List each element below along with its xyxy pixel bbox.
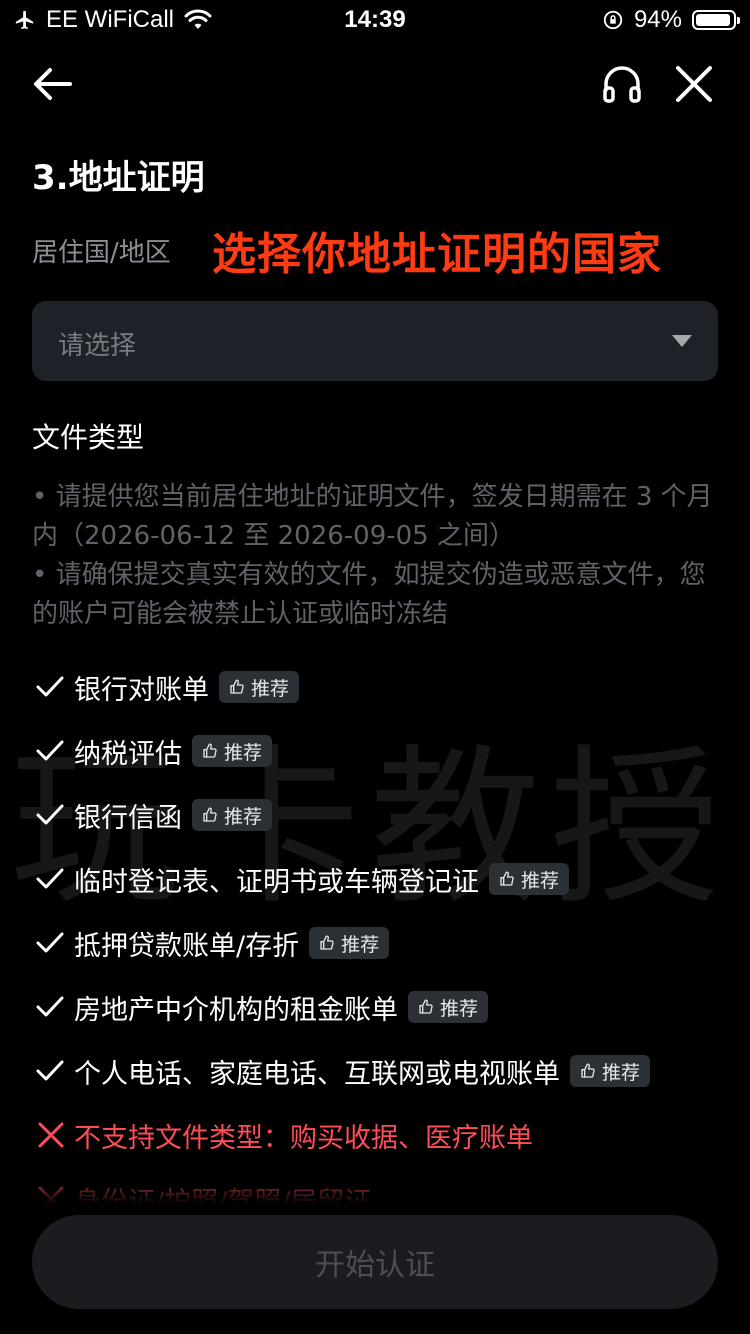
back-arrow-icon[interactable]	[30, 64, 74, 104]
check-icon	[36, 868, 64, 889]
thumbs-up-icon	[203, 807, 217, 822]
badge-label: 推荐	[440, 997, 479, 1020]
nav-header	[0, 52, 750, 116]
doc-type-list: 银行对账单 推荐 纳税评估 推荐 银行信函 推荐 临时登记表、证明书或车辆登记证 推荐 抵押贷款…	[32, 655, 732, 1231]
cross-icon	[38, 1122, 64, 1148]
doc-type-label: 个人电话、家庭电话、互联网或电视账单	[74, 1058, 560, 1090]
recommended-badge: 推荐	[570, 1055, 651, 1087]
country-select[interactable]: 请选择	[32, 301, 718, 381]
recommended-badge: 推荐	[489, 863, 570, 895]
accepted-doc-item: 个人电话、家庭电话、互联网或电视账单 推荐	[32, 1039, 732, 1103]
doc-type-label: 纳税评估	[74, 738, 182, 770]
battery-icon	[692, 10, 740, 30]
accepted-doc-item: 纳税评估 推荐	[32, 719, 732, 783]
scroll-fade	[0, 1168, 750, 1216]
headset-icon[interactable]	[598, 60, 646, 108]
recommended-badge: 推荐	[192, 735, 273, 767]
thumbs-up-icon	[419, 999, 433, 1014]
check-icon	[36, 740, 64, 761]
badge-label: 推荐	[224, 741, 263, 764]
recommended-badge: 推荐	[408, 991, 489, 1023]
check-icon	[36, 804, 64, 825]
page-title: 3.地址证明	[32, 158, 205, 198]
accepted-doc-item: 银行对账单 推荐	[32, 655, 732, 719]
check-icon	[36, 932, 64, 953]
doc-notes: • 请提供您当前居住地址的证明文件，签发日期需在 3 个月内（2026-06-1…	[32, 478, 718, 634]
doc-type-label: 银行信函	[74, 802, 182, 834]
country-label: 居住国/地区	[32, 238, 171, 268]
battery-fill	[696, 14, 730, 26]
rejected-doc-item: 不支持文件类型：购买收据、医疗账单	[32, 1103, 732, 1167]
check-icon	[36, 996, 64, 1017]
badge-label: 推荐	[521, 869, 560, 892]
doc-type-label: 房地产中介机构的租金账单	[74, 994, 398, 1026]
recommended-badge: 推荐	[192, 799, 273, 831]
recommended-badge: 推荐	[219, 671, 300, 703]
thumbs-up-icon	[203, 743, 217, 758]
doc-type-title: 文件类型	[32, 421, 145, 454]
accepted-doc-item: 临时登记表、证明书或车辆登记证 推荐	[32, 847, 732, 911]
doc-type-label: 临时登记表、证明书或车辆登记证	[74, 866, 479, 898]
recommended-badge: 推荐	[309, 927, 390, 959]
check-icon	[36, 676, 64, 697]
thumbs-up-icon	[500, 871, 514, 886]
select-placeholder: 请选择	[58, 331, 137, 361]
accepted-doc-item: 房地产中介机构的租金账单 推荐	[32, 975, 732, 1039]
status-bar: EE WiFiCall 14:39 94%	[0, 0, 750, 40]
badge-label: 推荐	[251, 677, 290, 700]
orientation-lock-icon	[603, 10, 623, 30]
doc-type-label: 抵押贷款账单/存折	[74, 930, 300, 962]
close-icon[interactable]	[672, 64, 716, 104]
doc-type-label: 不支持文件类型：购买收据、医疗账单	[74, 1122, 533, 1154]
thumbs-up-icon	[230, 679, 244, 694]
note-item: • 请确保提交真实有效的文件，如提交伪造或恶意文件，您的账户可能会被禁止认证或临…	[32, 560, 706, 629]
accepted-doc-item: 抵押贷款账单/存折 推荐	[32, 911, 732, 975]
check-icon	[36, 1060, 64, 1081]
thumbs-up-icon	[320, 935, 334, 950]
dropdown-caret-icon	[672, 335, 692, 347]
battery-percent: 94%	[633, 6, 682, 33]
start-verification-button[interactable]: 开始认证	[32, 1215, 718, 1309]
overlay-annotation: 选择你地址证明的国家	[212, 229, 662, 280]
badge-label: 推荐	[341, 933, 380, 956]
accepted-doc-item: 银行信函 推荐	[32, 783, 732, 847]
badge-label: 推荐	[602, 1061, 641, 1084]
note-item: • 请提供您当前居住地址的证明文件，签发日期需在 3 个月内（2026-06-1…	[32, 482, 713, 551]
doc-type-label: 银行对账单	[74, 674, 209, 706]
thumbs-up-icon	[581, 1063, 595, 1078]
badge-label: 推荐	[224, 805, 263, 828]
